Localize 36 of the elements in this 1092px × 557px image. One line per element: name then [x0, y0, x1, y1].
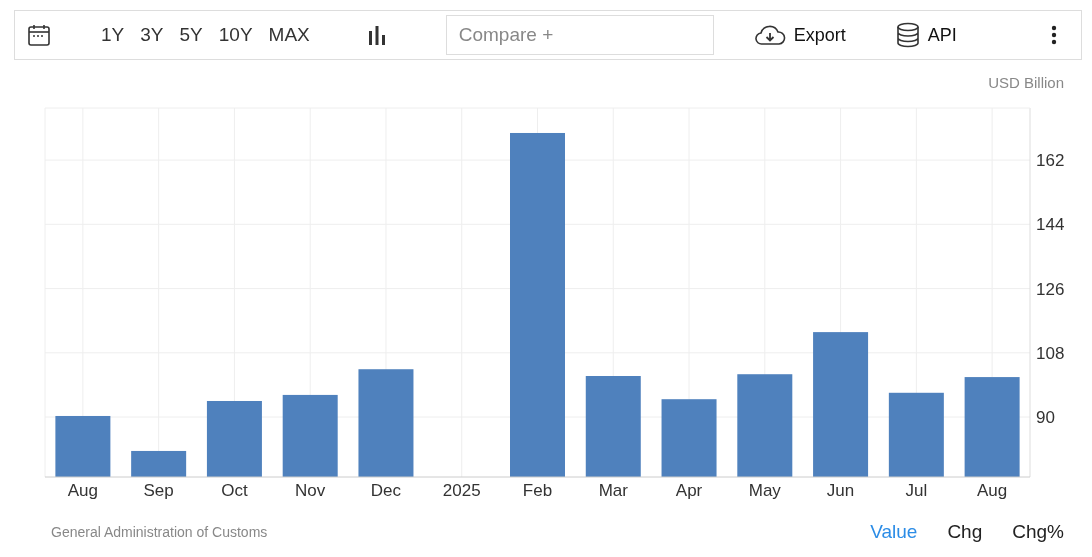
x-tick-label: Nov	[295, 481, 326, 500]
database-icon	[895, 22, 920, 48]
y-tick-label: 108	[1036, 343, 1065, 363]
range-button[interactable]: 3Y	[134, 24, 170, 46]
y-tick-label: 162	[1036, 151, 1065, 171]
view-tab[interactable]: Chg%	[1012, 521, 1064, 543]
unit-label: USD Billion	[988, 74, 1064, 91]
range-button[interactable]: 5Y	[173, 24, 209, 46]
more-icon[interactable]	[1051, 25, 1057, 45]
calendar-icon[interactable]	[27, 23, 51, 47]
range-button[interactable]: 10Y	[212, 24, 259, 46]
x-tick-label: Aug	[977, 481, 1008, 500]
y-tick-label: 90	[1036, 408, 1055, 428]
cloud-download-icon	[753, 24, 786, 46]
api-button[interactable]: API	[895, 22, 957, 48]
export-button[interactable]: Export	[753, 24, 846, 46]
range-button[interactable]: MAX	[262, 24, 316, 46]
x-tick-label: Dec	[370, 481, 402, 500]
source-text: General Administration of Customs	[51, 524, 268, 540]
x-tick-label: Apr	[675, 481, 703, 500]
bar-chart-icon[interactable]	[367, 25, 386, 45]
x-tick-label: Jun	[826, 481, 855, 500]
view-tab[interactable]: Value	[870, 521, 918, 543]
x-tick-label: May	[748, 481, 781, 500]
y-tick-label: 126	[1036, 279, 1065, 299]
x-tick-label: Oct	[221, 481, 248, 500]
x-tick-label: Sep	[143, 481, 174, 500]
y-tick-label: 144	[1036, 215, 1065, 235]
x-tick-label: Mar	[598, 481, 628, 500]
x-tick-label: Aug	[67, 481, 98, 500]
x-tick-label: 2025	[442, 481, 481, 500]
x-tick-label: Feb	[522, 481, 553, 500]
view-tab[interactable]: Chg	[947, 521, 983, 543]
compare-field[interactable]: Compare +	[445, 15, 714, 55]
range-button[interactable]: 1Y	[95, 24, 131, 46]
x-tick-label: Jul	[905, 481, 928, 500]
